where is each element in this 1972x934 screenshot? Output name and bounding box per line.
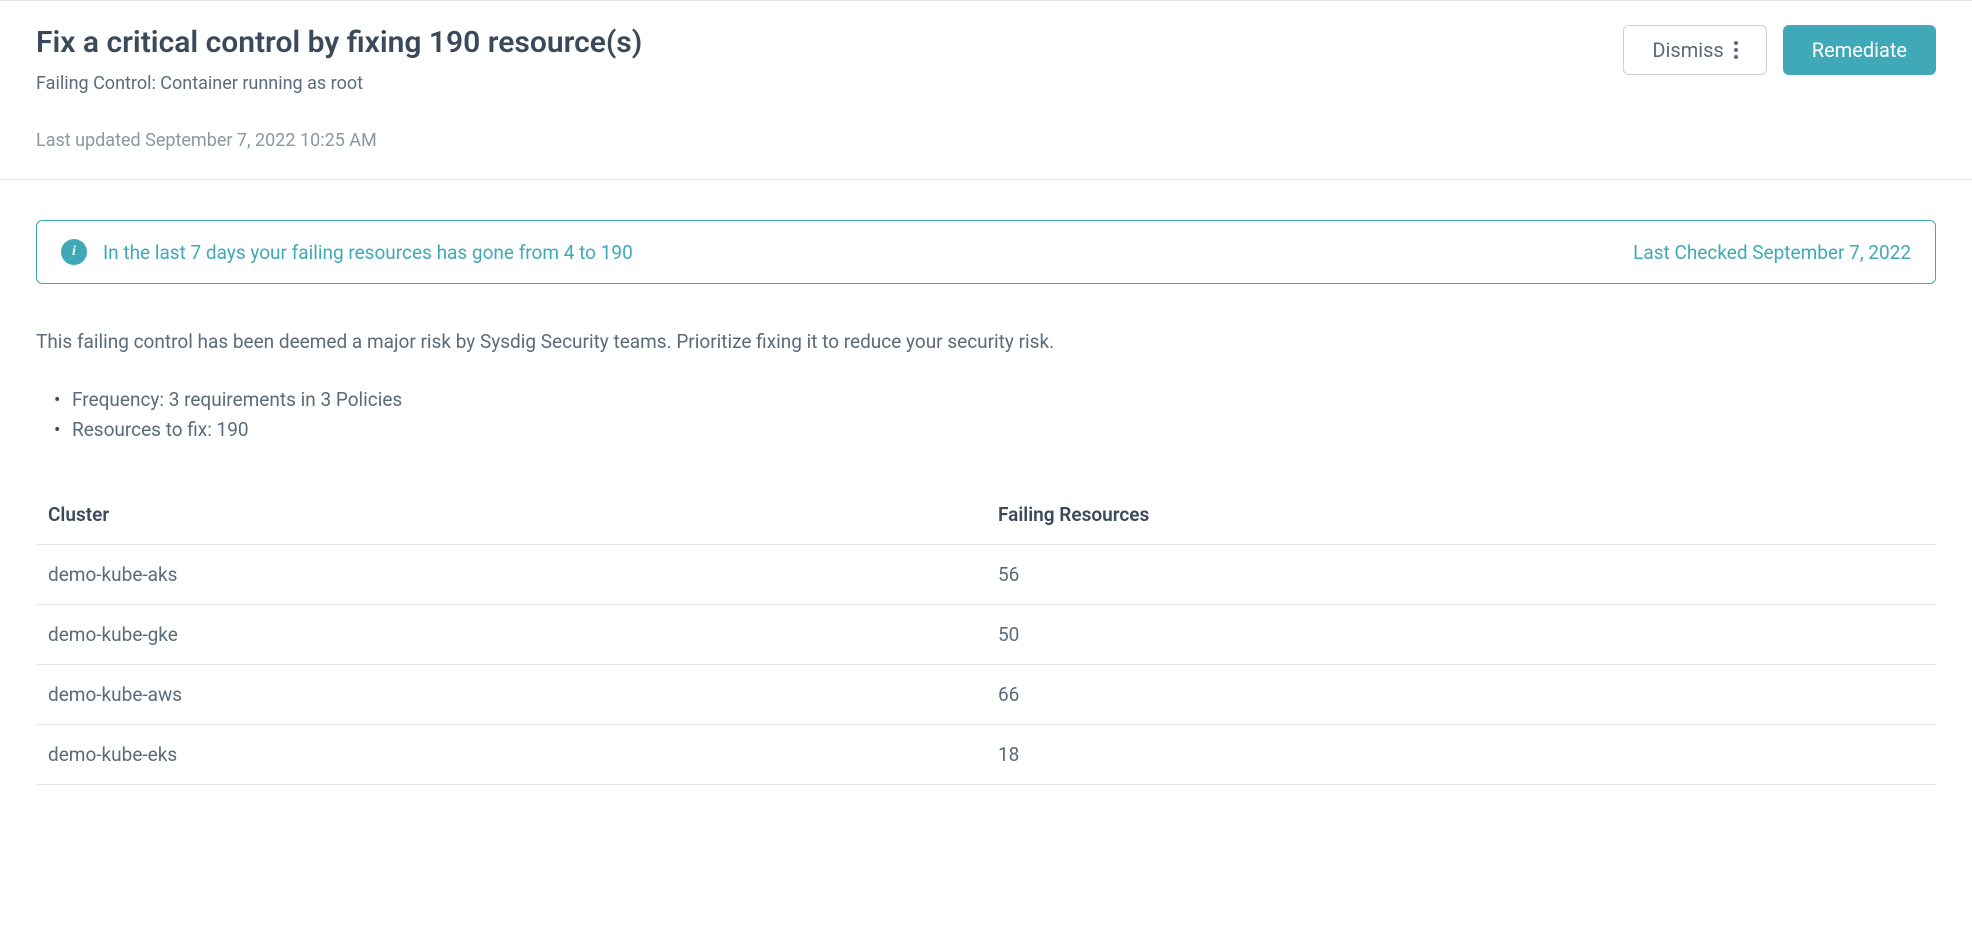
remediate-button[interactable]: Remediate (1783, 25, 1936, 75)
info-banner-message: In the last 7 days your failing resource… (103, 241, 633, 264)
cell-failing-resources: 66 (986, 665, 1936, 725)
page-header: Fix a critical control by fixing 190 res… (0, 0, 1972, 180)
more-options-icon (1734, 41, 1738, 59)
cell-failing-resources: 18 (986, 725, 1936, 785)
table-header-cluster: Cluster (36, 485, 986, 545)
info-last-checked: Last Checked September 7, 2022 (1633, 241, 1911, 264)
dismiss-button[interactable]: Dismiss (1623, 25, 1766, 75)
table-row: demo-kube-eks18 (36, 725, 1936, 785)
info-icon: i (61, 239, 87, 265)
page-title: Fix a critical control by fixing 190 res… (36, 25, 642, 61)
cell-failing-resources: 56 (986, 545, 1936, 605)
table-row: demo-kube-aks56 (36, 545, 1936, 605)
risk-description: This failing control has been deemed a m… (36, 328, 1936, 357)
table-header-failing-resources: Failing Resources (986, 485, 1936, 545)
last-updated-text: Last updated September 7, 2022 10:25 AM (36, 130, 642, 151)
failing-control-subtitle: Failing Control: Container running as ro… (36, 73, 642, 94)
remediate-button-label: Remediate (1812, 38, 1907, 62)
cell-cluster: demo-kube-gke (36, 605, 986, 665)
details-list: Frequency: 3 requirements in 3 Policies … (36, 385, 1936, 446)
table-row: demo-kube-aws66 (36, 665, 1936, 725)
detail-resources-to-fix: Resources to fix: 190 (54, 415, 1936, 445)
detail-frequency: Frequency: 3 requirements in 3 Policies (54, 385, 1936, 415)
cell-cluster: demo-kube-eks (36, 725, 986, 785)
cell-cluster: demo-kube-aws (36, 665, 986, 725)
info-banner: i In the last 7 days your failing resour… (36, 220, 1936, 284)
cell-cluster: demo-kube-aks (36, 545, 986, 605)
dismiss-button-label: Dismiss (1652, 38, 1723, 62)
table-row: demo-kube-gke50 (36, 605, 1936, 665)
header-actions: Dismiss Remediate (1623, 25, 1936, 75)
cell-failing-resources: 50 (986, 605, 1936, 665)
clusters-table: Cluster Failing Resources demo-kube-aks5… (36, 485, 1936, 785)
